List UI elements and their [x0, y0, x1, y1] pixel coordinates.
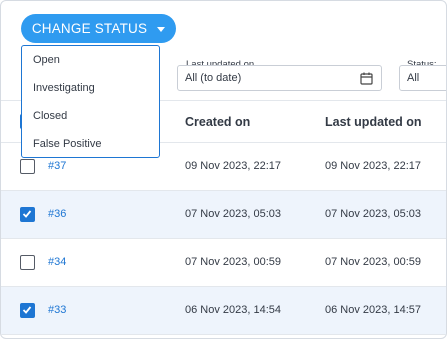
caret-down-icon: [157, 26, 166, 32]
created-on-cell: 06 Nov 2023, 14:54: [185, 304, 282, 316]
calendar-icon[interactable]: [360, 72, 373, 85]
change-status-label: CHANGE STATUS: [31, 21, 148, 36]
last-updated-cell: 07 Nov 2023, 05:03: [325, 208, 422, 220]
last-updated-cell: 07 Nov 2023, 00:59: [325, 256, 422, 268]
last-updated-filter[interactable]: All (to date): [177, 65, 382, 91]
created-on-cell: 07 Nov 2023, 05:03: [185, 208, 282, 220]
incident-id-link[interactable]: #33: [48, 304, 66, 316]
status-dropdown-menu: Open Investigating Closed False Positive: [21, 45, 160, 158]
menu-item-open[interactable]: Open: [33, 54, 60, 66]
incident-id-link[interactable]: #34: [48, 256, 66, 268]
menu-item-investigating[interactable]: Investigating: [33, 82, 95, 94]
checkmark-icon: [22, 210, 32, 218]
last-updated-cell: 06 Nov 2023, 14:57: [325, 304, 422, 316]
status-filter-value: All: [407, 72, 420, 84]
column-created-on[interactable]: Created on: [185, 115, 250, 129]
row-checkbox[interactable]: [20, 207, 35, 222]
table-row[interactable]: #36 07 Nov 2023, 05:03 07 Nov 2023, 05:0…: [1, 191, 446, 239]
last-updated-cell: 09 Nov 2023, 22:17: [325, 160, 422, 172]
checkmark-icon: [22, 306, 32, 314]
menu-item-closed[interactable]: Closed: [33, 110, 67, 122]
row-checkbox[interactable]: [20, 159, 35, 174]
row-checkbox[interactable]: [20, 255, 35, 270]
table-row[interactable]: #34 07 Nov 2023, 00:59 07 Nov 2023, 00:5…: [1, 239, 446, 287]
created-on-cell: 07 Nov 2023, 00:59: [185, 256, 282, 268]
row-checkbox[interactable]: [20, 303, 35, 318]
incidents-panel: CHANGE STATUS Last updated on All (to da…: [0, 0, 447, 339]
status-filter[interactable]: All: [399, 65, 446, 91]
change-status-button[interactable]: CHANGE STATUS: [21, 14, 176, 43]
incident-id-link[interactable]: #36: [48, 208, 66, 220]
table-row[interactable]: #33 06 Nov 2023, 14:54 06 Nov 2023, 14:5…: [1, 287, 446, 335]
menu-item-false-positive[interactable]: False Positive: [33, 138, 101, 150]
column-last-updated-on[interactable]: Last updated on: [325, 115, 422, 129]
last-updated-filter-value: All (to date): [185, 72, 242, 84]
incident-id-link[interactable]: #37: [48, 160, 66, 172]
created-on-cell: 09 Nov 2023, 22:17: [185, 160, 282, 172]
